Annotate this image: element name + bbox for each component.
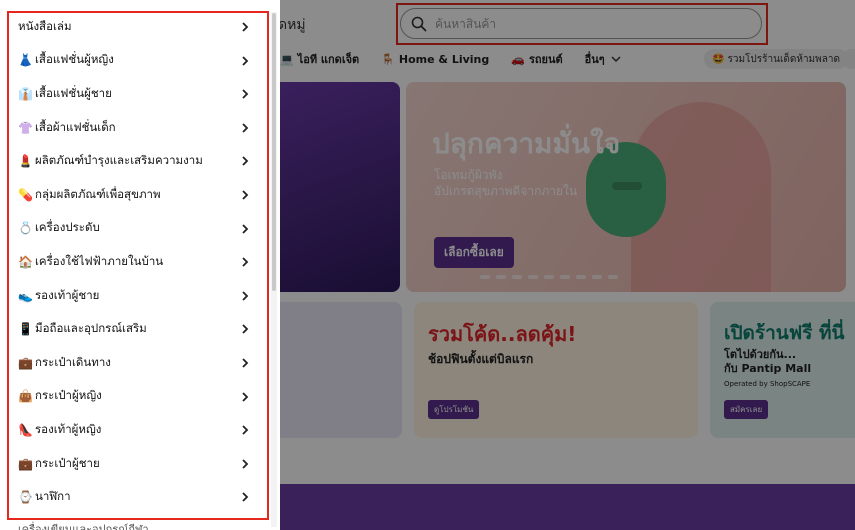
chevron-right-icon bbox=[242, 22, 249, 32]
menu-item-men-fashion[interactable]: 👔 เสื้อแฟชั่นผู้ชาย bbox=[9, 77, 267, 111]
sneaker-icon: 👟 bbox=[18, 288, 33, 303]
menu-item-home-appliances[interactable]: 🏠 เครื่องใช้ไฟฟ้าภายในบ้าน bbox=[9, 245, 267, 279]
chevron-right-icon bbox=[242, 223, 249, 234]
menu-item-men-bags[interactable]: 💼 กระเป๋าผู้ชาย bbox=[9, 447, 267, 481]
menu-item-jewelry[interactable]: 💍 เครื่องประดับ bbox=[9, 212, 267, 246]
chevron-right-icon bbox=[242, 492, 249, 502]
category-menu-list: หนังสือเล่ม 👗 เสื้อแฟชั่นผู้หญิง 👔 เสื้อ… bbox=[9, 10, 267, 514]
chevron-right-icon bbox=[242, 291, 249, 301]
chevron-right-icon bbox=[242, 324, 249, 334]
chevron-right-icon bbox=[242, 123, 249, 133]
menu-item-label: หนังสือเล่ม bbox=[18, 18, 72, 33]
menu-item-luggage[interactable]: 💼 กระเป๋าเดินทาง bbox=[9, 346, 267, 380]
menu-item-label: เสื้อผ้าแฟชั่นเด็ก bbox=[35, 119, 116, 134]
menu-item-women-shoes[interactable]: 👠 รองเท้าผู้หญิง bbox=[9, 413, 267, 447]
phone-icon: 📱 bbox=[18, 322, 33, 337]
menu-item-label: เสื้อแฟชั่นผู้หญิง bbox=[35, 52, 114, 67]
menu-item-health[interactable]: 💊 กลุ่มผลิตภัณฑ์เพื่อสุขภาพ bbox=[9, 178, 267, 212]
menu-item-women-bags[interactable]: 👜 กระเป๋าผู้หญิง bbox=[9, 380, 267, 414]
menu-item-men-shoes[interactable]: 👟 รองเท้าผู้ชาย bbox=[9, 279, 267, 313]
menu-item-watches[interactable]: ⌚ นาฬิกา bbox=[9, 480, 267, 514]
menu-item-beauty[interactable]: 💄 ผลิตภัณฑ์บำรุงและเสริมความงาม bbox=[9, 144, 267, 178]
menu-item-label: กระเป๋าผู้หญิง bbox=[35, 388, 102, 403]
menu-item-label: รองเท้าผู้ชาย bbox=[35, 287, 100, 302]
heel-icon: 👠 bbox=[18, 422, 33, 437]
menu-item-label: เสื้อแฟชั่นผู้ชาย bbox=[35, 85, 112, 100]
menu-item-label: เครื่องใช้ไฟฟ้าภายในบ้าน bbox=[35, 253, 164, 268]
menu-item-books[interactable]: หนังสือเล่ม bbox=[9, 10, 267, 44]
menu-item-stationery-sports-peek[interactable]: เครื่องเขียนและอุปกรณ์กีฬา bbox=[18, 520, 149, 530]
chevron-right-icon bbox=[242, 459, 249, 469]
menu-item-kids-fashion[interactable]: 👚 เสื้อผ้าแฟชั่นเด็ก bbox=[9, 111, 267, 145]
kids-shirt-icon: 👚 bbox=[18, 120, 33, 135]
dress-icon: 👗 bbox=[18, 53, 33, 68]
chevron-right-icon bbox=[242, 190, 249, 200]
chevron-right-icon bbox=[242, 55, 249, 66]
pill-icon: 💊 bbox=[18, 187, 33, 202]
menu-item-label: นาฬิกา bbox=[35, 489, 71, 504]
chevron-right-icon bbox=[242, 89, 249, 99]
ring-icon: 💍 bbox=[18, 221, 33, 236]
luggage-icon: 💼 bbox=[18, 355, 33, 370]
menu-item-label: กลุ่มผลิตภัณฑ์เพื่อสุขภาพ bbox=[35, 186, 161, 201]
chevron-right-icon bbox=[242, 391, 249, 402]
menu-item-label: รองเท้าผู้หญิง bbox=[35, 421, 102, 436]
chevron-right-icon bbox=[242, 156, 249, 167]
lipstick-icon: 💄 bbox=[18, 154, 33, 169]
menu-item-label: ผลิตภัณฑ์บำรุงและเสริมความงาม bbox=[35, 153, 203, 168]
category-drawer: หนังสือเล่ม 👗 เสื้อแฟชั่นผู้หญิง 👔 เสื้อ… bbox=[0, 0, 280, 530]
menu-item-label: มือถือและอุปกรณ์เสริม bbox=[35, 321, 147, 336]
shirt-tie-icon: 👔 bbox=[18, 86, 33, 101]
chevron-right-icon bbox=[242, 257, 249, 267]
menu-item-label: กระเป๋าผู้ชาย bbox=[35, 455, 100, 470]
chevron-right-icon bbox=[242, 425, 249, 435]
chevron-right-icon bbox=[242, 358, 249, 368]
menu-item-label: กระเป๋าเดินทาง bbox=[35, 354, 111, 369]
house-icon: 🏠 bbox=[18, 254, 33, 269]
menu-item-mobile[interactable]: 📱 มือถือและอุปกรณ์เสริม bbox=[9, 312, 267, 346]
menu-scrollbar-thumb[interactable] bbox=[272, 13, 276, 291]
handbag-icon: 👜 bbox=[18, 389, 33, 404]
briefcase-icon: 💼 bbox=[18, 456, 33, 471]
menu-item-label: เครื่องประดับ bbox=[35, 220, 100, 235]
watch-icon: ⌚ bbox=[18, 490, 33, 505]
menu-item-women-fashion[interactable]: 👗 เสื้อแฟชั่นผู้หญิง bbox=[9, 44, 267, 78]
